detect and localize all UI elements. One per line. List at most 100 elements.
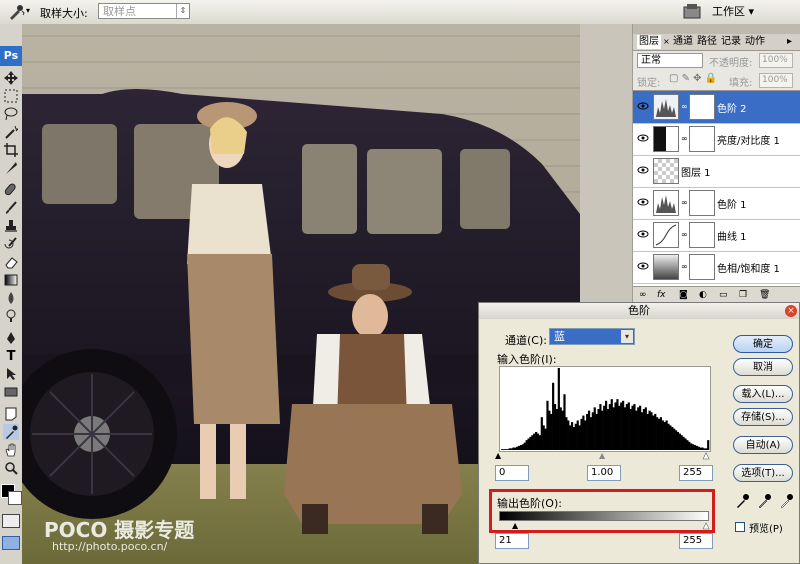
options-button[interactable]: 选项(T)... xyxy=(733,464,793,482)
blur-tool-icon[interactable] xyxy=(3,290,19,306)
input-gamma-field[interactable]: 1.00 xyxy=(587,465,621,481)
background-color-swatch[interactable] xyxy=(8,491,22,505)
histogram-bar xyxy=(516,446,519,450)
type-tool-icon[interactable]: T xyxy=(3,348,19,364)
new-group-icon[interactable]: ▭ xyxy=(719,287,728,303)
eraser-tool-icon[interactable] xyxy=(3,254,19,270)
white-eyedropper-icon[interactable] xyxy=(779,493,795,509)
link-layers-icon[interactable]: ∞ xyxy=(639,287,647,303)
layer-mask-thumb[interactable] xyxy=(689,254,715,280)
eye-icon[interactable] xyxy=(637,229,649,239)
gamma-slider-icon[interactable]: ▲ xyxy=(599,451,605,460)
opacity-input[interactable]: 100% xyxy=(759,53,793,68)
layer-row-layer-1[interactable]: 图层 1 xyxy=(633,155,800,188)
histogram-bar xyxy=(695,445,698,450)
layer-row-levels-1[interactable]: ∞ 色阶 1 xyxy=(633,187,800,220)
pen-tool-icon[interactable] xyxy=(3,330,19,346)
gradient-tool-icon[interactable] xyxy=(3,272,19,288)
fill-input[interactable]: 100% xyxy=(759,73,793,88)
eye-icon[interactable] xyxy=(637,165,649,175)
slice-tool-icon[interactable] xyxy=(3,160,19,176)
history-brush-tool-icon[interactable] xyxy=(3,236,19,252)
eye-icon[interactable] xyxy=(637,133,649,143)
histogram-bar xyxy=(631,405,634,450)
brush-palette-icon[interactable] xyxy=(682,2,702,22)
shape-tool-icon[interactable] xyxy=(3,384,19,400)
auto-button[interactable]: 自动(A) xyxy=(733,436,793,454)
close-icon[interactable]: × xyxy=(785,305,797,317)
new-layer-icon[interactable]: ❐ xyxy=(739,287,747,303)
output-sliders[interactable]: ▲ ▲ xyxy=(499,521,710,531)
output-white-slider-icon[interactable]: ▲ xyxy=(703,521,710,531)
panel-grip[interactable] xyxy=(633,24,800,34)
eye-icon[interactable] xyxy=(637,197,649,207)
layer-row-brightness-contrast-1[interactable]: ∞ 亮度/对比度 1 xyxy=(633,123,800,156)
layer-row-hue-saturation-1[interactable]: ∞ 色相/饱和度 1 xyxy=(633,251,800,284)
save-button[interactable]: 存储(S)... xyxy=(733,408,793,426)
tab-history[interactable]: 记录 xyxy=(719,35,743,49)
output-black-field[interactable]: 21 xyxy=(495,533,529,549)
layer-style-icon[interactable]: fx xyxy=(657,287,666,303)
lock-icons[interactable]: ▢ ✎ ✥ 🔒 xyxy=(669,73,717,84)
output-black-slider-icon[interactable]: ▲ xyxy=(512,521,518,530)
magic-wand-tool-icon[interactable] xyxy=(3,124,19,140)
cancel-button[interactable]: 取消 xyxy=(733,358,793,376)
layer-mask-thumb[interactable] xyxy=(689,126,715,152)
black-eyedropper-icon[interactable] xyxy=(735,493,751,509)
adjustment-layer-icon[interactable]: ◐ xyxy=(699,287,707,303)
brush-tool-icon[interactable] xyxy=(3,200,19,216)
tab-layers[interactable]: 图层 xyxy=(637,35,661,49)
histogram-bar xyxy=(612,407,615,450)
eye-icon[interactable] xyxy=(637,101,649,111)
quick-mask-mode-icon[interactable] xyxy=(2,514,20,528)
screen-mode-icon[interactable] xyxy=(2,536,20,550)
tool-preset-dropdown-icon[interactable]: ▾ xyxy=(26,6,30,15)
layer-mask-thumb[interactable] xyxy=(689,222,715,248)
move-tool-icon[interactable] xyxy=(3,70,19,86)
eye-icon[interactable] xyxy=(637,261,649,271)
layer-name: 曲线 1 xyxy=(717,232,747,243)
gray-eyedropper-icon[interactable] xyxy=(757,493,773,509)
dodge-tool-icon[interactable] xyxy=(3,308,19,324)
healing-brush-tool-icon[interactable] xyxy=(3,182,19,198)
histogram-bar xyxy=(646,413,649,450)
layer-row-levels-2[interactable]: ∞ 色阶 2 xyxy=(633,91,800,124)
black-point-slider-icon[interactable]: ▲ xyxy=(495,451,501,460)
input-sliders[interactable]: ▲ ▲ ▲ xyxy=(495,451,710,461)
layer-mask-thumb[interactable] xyxy=(689,94,715,120)
chain-link-icon: ∞ xyxy=(681,102,688,111)
crop-tool-icon[interactable] xyxy=(3,142,19,158)
marquee-tool-icon[interactable] xyxy=(3,88,19,104)
histogram-bar xyxy=(593,407,596,450)
load-button[interactable]: 载入(L)... xyxy=(733,385,793,403)
sample-size-select[interactable]: 取样点 ⇕ xyxy=(98,3,190,19)
blend-mode-select[interactable]: 正常 xyxy=(637,53,703,68)
tab-channels[interactable]: 通道 xyxy=(671,35,695,49)
histogram-bar xyxy=(606,409,610,450)
channel-select[interactable]: 蓝 ▾ xyxy=(549,328,635,345)
ok-button[interactable]: 确定 xyxy=(733,335,793,353)
tab-actions[interactable]: 动作 xyxy=(743,35,767,49)
workspace-menu[interactable]: 工作区 ▾ xyxy=(712,3,770,21)
notes-tool-icon[interactable] xyxy=(3,406,19,422)
clone-stamp-tool-icon[interactable] xyxy=(3,218,19,234)
panel-menu-icon[interactable]: ▸ xyxy=(785,35,794,49)
zoom-tool-icon[interactable] xyxy=(3,460,19,476)
lasso-tool-icon[interactable] xyxy=(3,106,19,122)
delete-layer-icon[interactable]: 🗑 xyxy=(759,287,770,303)
layer-row-curves-1[interactable]: ∞ 曲线 1 xyxy=(633,219,800,252)
hand-tool-icon[interactable] xyxy=(3,442,19,458)
tab-paths[interactable]: 路径 xyxy=(695,35,719,49)
input-black-field[interactable]: 0 xyxy=(495,465,529,481)
layer-mask-thumb[interactable] xyxy=(689,190,715,216)
histogram-bar xyxy=(703,448,706,450)
histogram-bar xyxy=(567,420,570,450)
eyedropper-tool-icon[interactable] xyxy=(6,3,26,21)
add-mask-icon[interactable]: ◙ xyxy=(679,287,688,303)
path-selection-tool-icon[interactable] xyxy=(3,366,19,382)
white-point-slider-icon[interactable]: ▲ xyxy=(703,451,710,461)
eyedropper-tool-icon[interactable] xyxy=(3,424,19,440)
preview-checkbox[interactable] xyxy=(735,522,745,532)
input-white-field[interactable]: 255 xyxy=(679,465,713,481)
output-white-field[interactable]: 255 xyxy=(679,533,713,549)
